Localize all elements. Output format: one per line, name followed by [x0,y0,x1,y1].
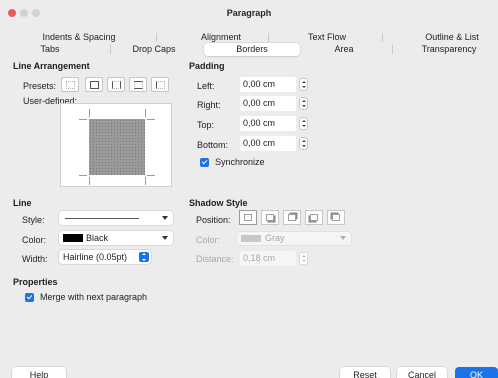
shadow-position-buttons [239,210,355,225]
preview-corner-mark [145,109,146,117]
preset-no-borders-button[interactable] [61,77,79,92]
preset-top-bottom-borders-button[interactable] [129,77,147,92]
preset-all-borders-button[interactable] [85,77,103,92]
user-defined-border-preview[interactable] [60,103,172,187]
shadow-bottom-left-icon [310,214,318,221]
shadow-distance-stepper[interactable] [299,252,308,265]
shadow-top-left-icon [332,214,340,221]
window-title: Paragraph [226,8,272,18]
shadow-color-dropdown[interactable]: Gray [237,232,351,245]
tab-separator [382,33,383,42]
shadow-top-left-button[interactable] [327,210,345,225]
chevron-down-icon [162,236,168,240]
padding-left-stepper[interactable] [299,78,308,91]
synchronize-checkbox[interactable] [200,158,209,167]
help-button[interactable]: Help [12,367,66,378]
padding-bottom-input[interactable]: 0,00 cm [240,136,296,151]
padding-right-label: Right: [197,100,221,110]
padding-right-stepper[interactable] [299,97,308,110]
title-bar: Paragraph [0,0,498,26]
preview-corner-mark [79,119,87,120]
preset-top-bottom-icon [134,81,143,89]
padding-bottom-spinbox: 0,00 cm [240,136,310,151]
chevron-down-icon [162,216,168,220]
shadow-bottom-left-button[interactable] [305,210,323,225]
shadow-distance-label: Distance: [196,254,234,264]
borders-panel: Line Arrangement Presets: User-defined: … [0,55,498,355]
shadow-top-right-icon [288,214,296,221]
updown-chevron-icon [139,252,149,262]
shadow-none-button[interactable] [239,210,257,225]
padding-left-spinbox: 0,00 cm [240,77,310,92]
line-style-dropdown[interactable] [59,211,173,225]
preview-corner-mark [145,177,146,185]
shadow-none-icon [244,214,252,221]
padding-bottom-label: Bottom: [197,140,229,150]
padding-left-label: Left: [197,81,215,91]
padding-bottom-stepper[interactable] [299,137,308,150]
padding-top-input[interactable]: 0,00 cm [240,116,296,131]
preview-corner-mark [89,109,90,117]
padding-heading: Padding [189,61,225,71]
preset-none-icon [66,81,75,89]
line-width-label: Width: [22,254,48,264]
preset-left-icon [156,81,165,89]
line-style-label: Style: [22,215,45,225]
shadow-distance-spinbox: 0,18 cm [240,251,310,266]
shadow-top-right-button[interactable] [283,210,301,225]
tab-separator [156,33,157,42]
preview-corner-mark [89,177,90,185]
line-arrangement-heading: Line Arrangement [13,61,90,71]
shadow-color-value: Gray [265,233,285,243]
shadow-color-swatch [241,235,261,242]
synchronize-label: Synchronize [215,157,265,167]
presets-label: Presets: [23,81,57,91]
line-color-value: Black [86,233,109,243]
preview-paragraph-area [89,119,145,175]
shadow-bottom-right-button[interactable] [261,210,279,225]
line-width-dropdown[interactable]: Hairline (0.05pt) [59,250,151,264]
chevron-down-icon [340,236,346,240]
tab-separator [392,45,393,54]
preset-left-border-button[interactable] [151,77,169,92]
reset-button[interactable]: Reset [340,367,390,378]
merge-with-next-checkbox[interactable] [25,293,34,302]
tab-separator [268,33,269,42]
shadow-bottom-right-icon [266,214,274,221]
preview-corner-mark [147,175,155,176]
line-color-label: Color: [22,235,47,245]
padding-right-spinbox: 0,00 cm [240,96,310,111]
preset-left-right-icon [112,81,121,89]
shadow-distance-input[interactable]: 0,18 cm [240,251,296,266]
padding-left-input[interactable]: 0,00 cm [240,77,296,92]
shadow-style-heading: Shadow Style [189,198,248,208]
padding-top-label: Top: [197,120,215,130]
cancel-button[interactable]: Cancel [397,367,447,378]
shadow-position-label: Position: [196,215,231,225]
padding-top-spinbox: 0,00 cm [240,116,310,131]
line-color-dropdown[interactable]: Black [59,231,173,245]
merge-with-next-label: Merge with next paragraph [40,292,148,302]
tab-separator [110,45,111,54]
shadow-color-label: Color: [196,235,221,245]
preview-corner-mark [79,175,87,176]
preset-left-right-borders-button[interactable] [107,77,125,92]
line-style-sample [65,218,139,219]
line-color-swatch [63,234,83,242]
padding-right-input[interactable]: 0,00 cm [240,96,296,111]
line-heading: Line [13,198,32,208]
padding-top-stepper[interactable] [299,117,308,130]
preset-box-icon [90,81,99,89]
line-width-value: Hairline (0.05pt) [63,252,128,262]
preview-corner-mark [147,119,155,120]
ok-button[interactable]: OK [455,367,498,378]
properties-heading: Properties [13,277,58,287]
